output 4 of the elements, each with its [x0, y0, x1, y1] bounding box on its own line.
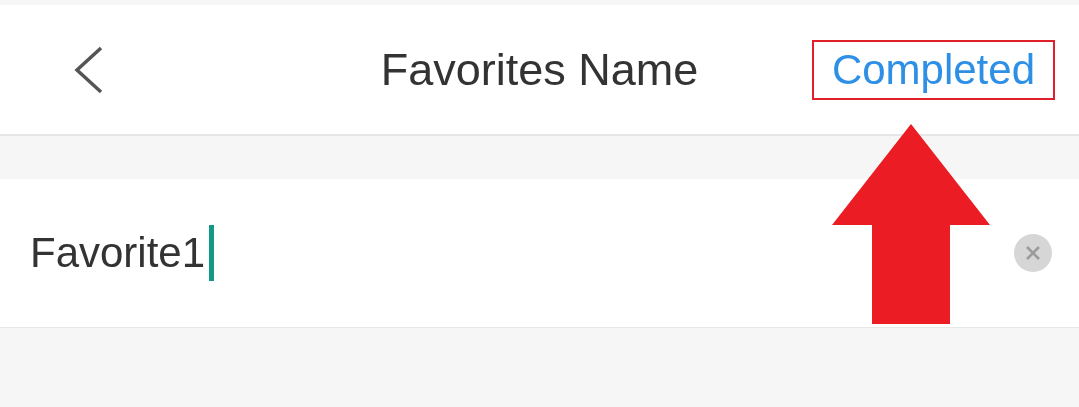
- input-field[interactable]: Favorite1: [30, 225, 215, 281]
- clear-icon: [1013, 233, 1053, 273]
- page-title: Favorites Name: [380, 43, 699, 96]
- clear-button[interactable]: [1013, 233, 1053, 273]
